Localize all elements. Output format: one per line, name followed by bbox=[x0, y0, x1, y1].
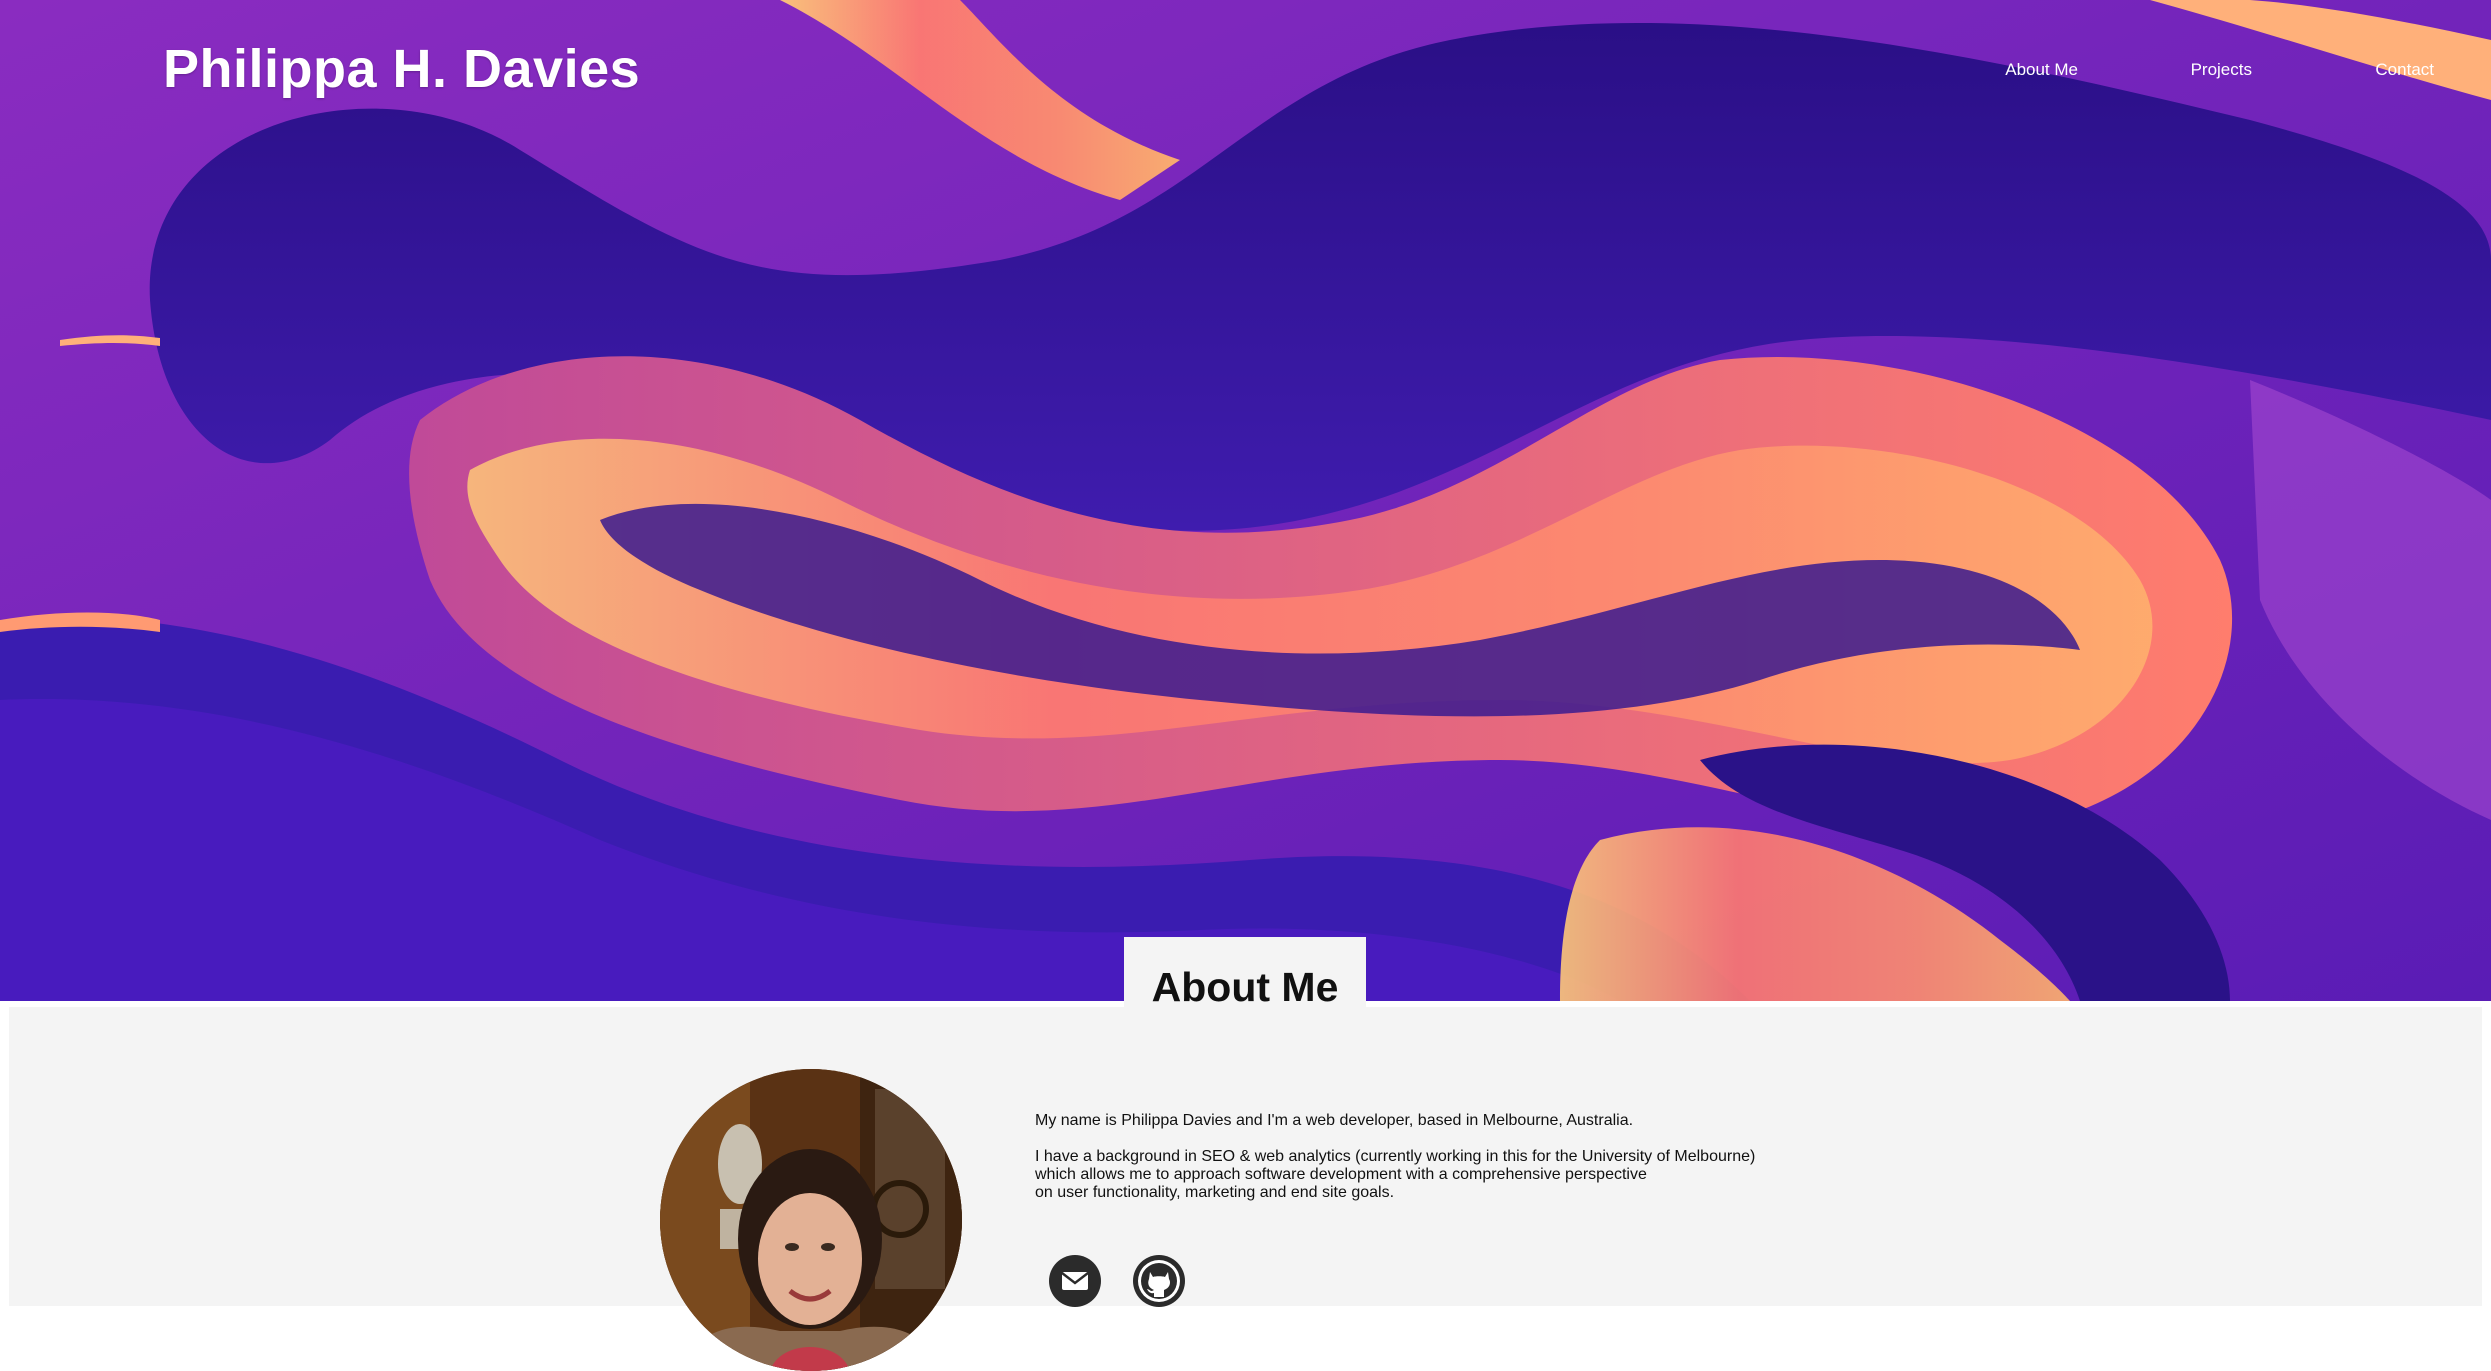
bio-background-line: which allows me to approach software dev… bbox=[1035, 1166, 1647, 1183]
mail-icon bbox=[1061, 1272, 1089, 1290]
profile-photo bbox=[660, 1069, 962, 1371]
bio-background-line: on user functionality, marketing and end… bbox=[1035, 1184, 1395, 1201]
bio-background-line: I have a background in SEO & web analyti… bbox=[1035, 1148, 1756, 1165]
site-title[interactable]: Philippa H. Davies bbox=[163, 38, 640, 100]
about-bio: My name is Philippa Davies and I'm a web… bbox=[1035, 1112, 1835, 1220]
github-link[interactable] bbox=[1133, 1255, 1185, 1307]
nav-link-about-me[interactable]: About Me bbox=[2005, 60, 2078, 80]
bio-intro: My name is Philippa Davies and I'm a web… bbox=[1035, 1112, 1634, 1129]
github-icon bbox=[1138, 1260, 1180, 1302]
email-link[interactable] bbox=[1049, 1255, 1101, 1307]
nav-link-projects[interactable]: Projects bbox=[2191, 60, 2252, 80]
about-heading: About Me bbox=[1151, 963, 1339, 1010]
portrait-image bbox=[660, 1069, 962, 1371]
bio-background: I have a background in SEO & web analyti… bbox=[1035, 1148, 1835, 1202]
nav-link-contact[interactable]: Contact bbox=[2375, 60, 2434, 80]
section-heading-tab: About Me bbox=[1124, 937, 1366, 1010]
abstract-wave-background bbox=[0, 0, 2491, 1001]
about-section: My name is Philippa Davies and I'm a web… bbox=[9, 1007, 2482, 1371]
hero-banner: Philippa H. Davies About Me Projects Con… bbox=[0, 0, 2491, 1001]
